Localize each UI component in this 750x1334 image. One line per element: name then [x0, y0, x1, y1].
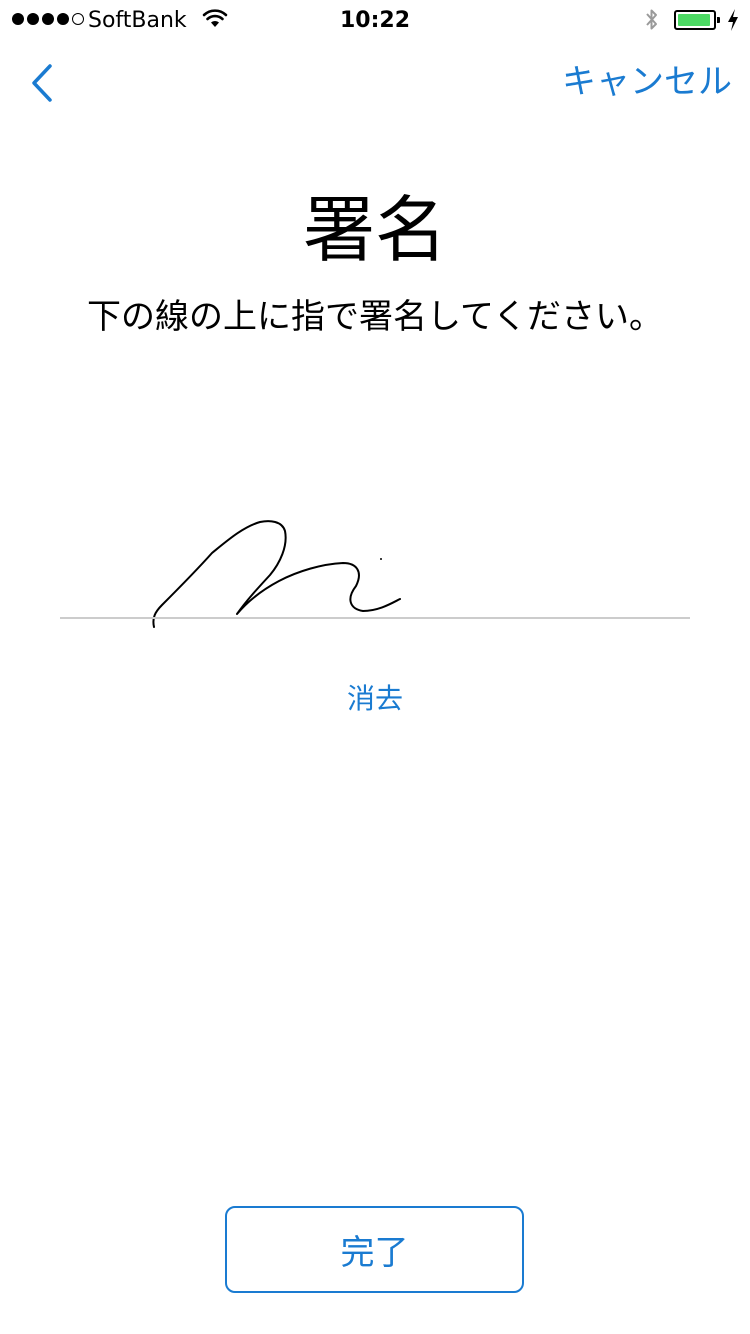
- clear-button[interactable]: 消去: [0, 680, 750, 718]
- back-button[interactable]: [22, 58, 72, 108]
- instruction-text: 下の線の上に指で署名してください。: [87, 297, 663, 337]
- chevron-left-icon: [32, 64, 52, 102]
- battery-icon: [674, 10, 720, 30]
- page-title: 署名: [302, 188, 447, 272]
- status-time: 10:22: [339, 8, 411, 33]
- charging-icon: [726, 8, 740, 36]
- bluetooth-icon: [644, 7, 660, 37]
- signature-dot: [380, 558, 382, 560]
- signature-line: [60, 617, 690, 619]
- signature-stroke: [152, 520, 401, 628]
- cancel-button[interactable]: キャンセル: [562, 58, 732, 106]
- status-bar: SoftBank 10:22: [0, 0, 750, 40]
- done-button[interactable]: 完了: [225, 1206, 524, 1293]
